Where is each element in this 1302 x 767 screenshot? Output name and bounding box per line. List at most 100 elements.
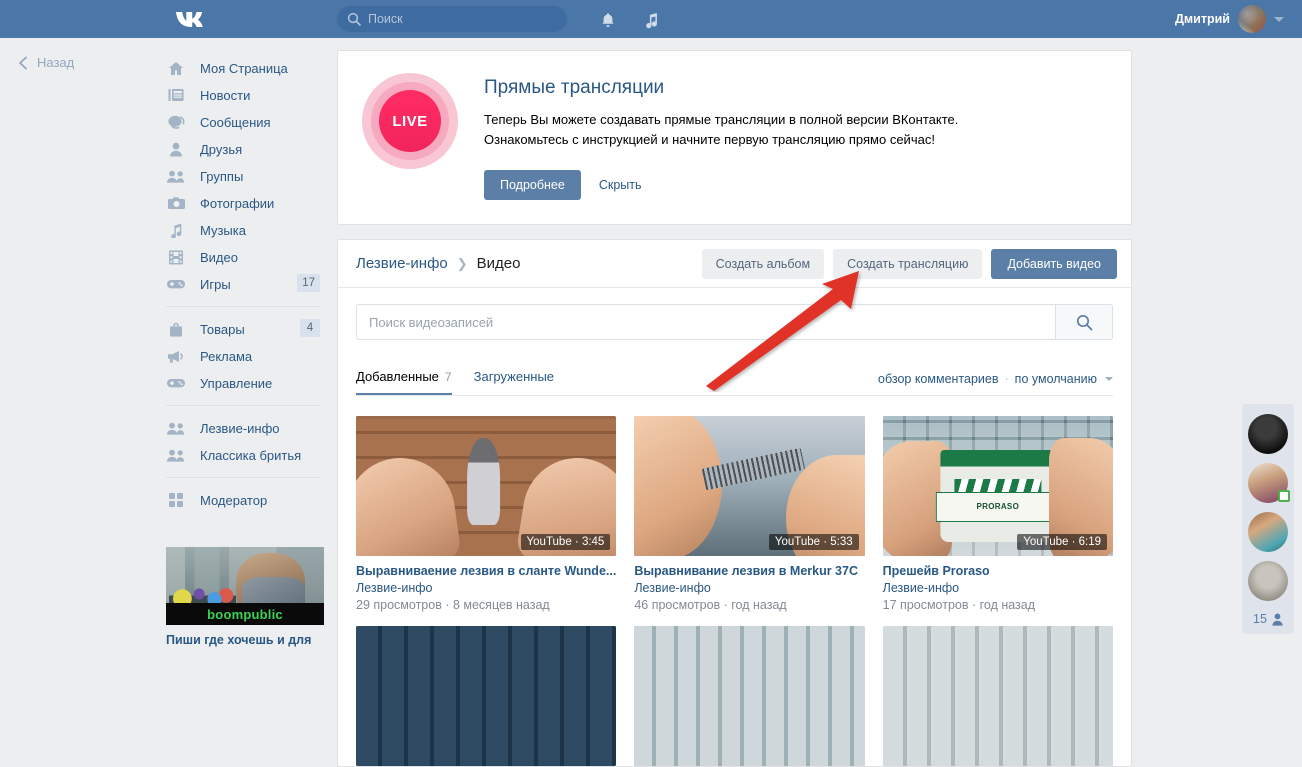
tab-uploaded[interactable]: Загруженные xyxy=(474,369,554,395)
sidebar-item-ads[interactable]: Реклама xyxy=(166,343,326,369)
sidebar-item-management[interactable]: Управление xyxy=(166,370,326,396)
video-duration-badge: YouTube · 6:19 xyxy=(1017,534,1107,550)
add-video-button[interactable]: Добавить видео xyxy=(991,248,1117,279)
top-header: Поиск Дмитрий xyxy=(0,0,1302,38)
live-badge-icon: LIVE xyxy=(362,73,458,169)
video-search-input[interactable] xyxy=(356,304,1055,340)
chevron-down-icon[interactable] xyxy=(1105,377,1113,381)
video-owner[interactable]: Лезвие-инфо xyxy=(634,581,864,595)
ad-image: boompublic xyxy=(166,547,324,625)
breadcrumb-current: Видео xyxy=(476,255,521,272)
grid-icon xyxy=(166,491,186,509)
person-icon xyxy=(166,140,186,158)
person-icon xyxy=(1272,613,1283,626)
video-thumbnail[interactable] xyxy=(634,626,865,766)
tab-added-label: Добавленные xyxy=(356,369,439,384)
vk-logo-icon[interactable] xyxy=(171,7,211,31)
sidebar-item-label: Игры xyxy=(200,276,231,292)
sidebar-item-games[interactable]: Игры 17 xyxy=(166,271,326,297)
sort-order-link[interactable]: по умолчанию xyxy=(1015,372,1097,386)
video-thumbnail[interactable]: YouTube · 5:33 xyxy=(634,416,865,556)
bell-icon[interactable] xyxy=(597,9,619,31)
camera-icon xyxy=(166,194,186,212)
breadcrumb: Лезвие-инфо ❯ Видео xyxy=(356,255,521,272)
video-title[interactable]: Выравнивание лезвия в Merkur 37C xyxy=(634,564,864,578)
breadcrumb-separator-icon: ❯ xyxy=(456,255,468,271)
tab-added[interactable]: Добавленные 7 xyxy=(356,369,452,395)
sidebar-item-groups[interactable]: Группы xyxy=(166,163,326,189)
video-title[interactable]: Прешейв Proraso xyxy=(883,564,1113,578)
live-desc-line1: Теперь Вы можете создавать прямые трансл… xyxy=(484,112,959,127)
sidebar-item-friends[interactable]: Друзья xyxy=(166,136,326,162)
avatar[interactable] xyxy=(1248,463,1290,503)
video-card[interactable] xyxy=(356,626,617,766)
sidebar-item-moderator[interactable]: Модератор xyxy=(166,487,326,513)
avatar[interactable] xyxy=(1248,414,1288,454)
breadcrumb-parent[interactable]: Лезвие-инфо xyxy=(356,255,448,272)
back-label: Назад xyxy=(37,55,75,70)
video-owner[interactable]: Лезвие-инфо xyxy=(356,581,616,595)
user-menu[interactable]: Дмитрий xyxy=(1175,5,1284,33)
video-module-header: Лезвие-инфо ❯ Видео Создать альбом Созда… xyxy=(338,240,1131,288)
news-icon xyxy=(166,86,186,104)
badge-count: 4 xyxy=(300,319,320,337)
video-search-button[interactable] xyxy=(1055,304,1113,340)
sidebar-item-music[interactable]: Музыка xyxy=(166,217,326,243)
live-desc-line2: Ознакомьтесь с инструкцией и начните пер… xyxy=(484,132,935,147)
create-broadcast-button[interactable]: Создать трансляцию xyxy=(833,248,983,279)
video-thumbnail[interactable] xyxy=(882,626,1113,766)
video-duration-badge: YouTube · 5:33 xyxy=(768,534,859,550)
sidebar-item-news[interactable]: Новости xyxy=(166,82,326,108)
sidebar-item-my-page[interactable]: Моя Страница xyxy=(166,55,326,81)
video-card[interactable]: PRORASO YouTube · 6:19 Прешейв Proraso Л… xyxy=(882,416,1113,612)
video-card[interactable] xyxy=(634,626,865,766)
sidebar-ad[interactable]: boompublic Пиши где хочешь и для xyxy=(166,547,324,648)
avatar[interactable] xyxy=(1248,561,1288,601)
divider xyxy=(166,306,320,307)
video-grid: YouTube · 3:45 Выравниваение лезвия в сл… xyxy=(356,396,1113,766)
video-card[interactable] xyxy=(882,626,1113,766)
video-thumbnail[interactable]: YouTube · 3:45 xyxy=(356,416,617,556)
video-card[interactable]: YouTube · 3:45 Выравниваение лезвия в сл… xyxy=(356,416,617,612)
divider xyxy=(166,405,320,406)
video-search xyxy=(356,304,1113,340)
back-button[interactable]: Назад xyxy=(18,55,74,70)
create-album-button[interactable]: Создать альбом xyxy=(701,248,825,279)
sidebar-item-messages[interactable]: Сообщения xyxy=(166,109,326,135)
video-module: Лезвие-инфо ❯ Видео Создать альбом Созда… xyxy=(337,239,1132,767)
sidebar-item-klassika-britya[interactable]: Классика бритья xyxy=(166,442,326,468)
video-thumbnail[interactable]: PRORASO YouTube · 6:19 xyxy=(882,416,1113,556)
sidebar-item-video[interactable]: Видео xyxy=(166,244,326,270)
live-hide-button[interactable]: Скрыть xyxy=(599,178,642,192)
music-note-icon[interactable] xyxy=(640,9,662,31)
video-owner[interactable]: Лезвие-инфо xyxy=(883,581,1113,595)
sidebar-item-label: Сообщения xyxy=(200,114,271,130)
jar-brand-label: PRORASO xyxy=(935,491,1061,523)
chevron-down-icon xyxy=(1274,16,1284,22)
video-thumbnail[interactable] xyxy=(356,626,617,766)
comments-review-link[interactable]: обзор комментариев xyxy=(878,372,998,386)
gamepad-icon xyxy=(166,275,186,293)
sidebar-item-goods[interactable]: Товары 4 xyxy=(166,316,326,342)
sidebar-item-label: Новости xyxy=(200,87,251,103)
video-card[interactable]: YouTube · 5:33 Выравнивание лезвия в Mer… xyxy=(634,416,865,612)
badge-count: 17 xyxy=(297,274,320,292)
sidebar-item-photos[interactable]: Фотографии xyxy=(166,190,326,216)
ad-brand-label: boompublic xyxy=(207,606,283,622)
sidebar-nav: Моя Страница Новости Сообщения Друзья Гр… xyxy=(166,55,326,514)
avatar xyxy=(1238,5,1266,33)
sidebar-item-label: Музыка xyxy=(200,222,246,238)
sidebar-item-label: Классика бритья xyxy=(200,447,302,463)
online-friends-panel: 15 xyxy=(1242,404,1294,634)
avatar[interactable] xyxy=(1248,512,1288,552)
sidebar-item-label: Товары xyxy=(200,321,245,337)
gamepad-icon xyxy=(166,374,186,392)
video-module-body: Добавленные 7 Загруженные обзор коммента… xyxy=(338,288,1131,766)
sidebar-item-lezvie-info[interactable]: Лезвие-инфо xyxy=(166,415,326,441)
video-meta: 17 просмотров · год назад xyxy=(882,598,1036,612)
live-more-button[interactable]: Подробнее xyxy=(484,170,581,200)
global-search[interactable]: Поиск xyxy=(337,6,567,32)
online-count[interactable]: 15 xyxy=(1253,612,1283,626)
video-title[interactable]: Выравниваение лезвия в сланте Wunde... xyxy=(356,564,616,578)
sidebar-item-label: Лезвие-инфо xyxy=(200,420,280,436)
